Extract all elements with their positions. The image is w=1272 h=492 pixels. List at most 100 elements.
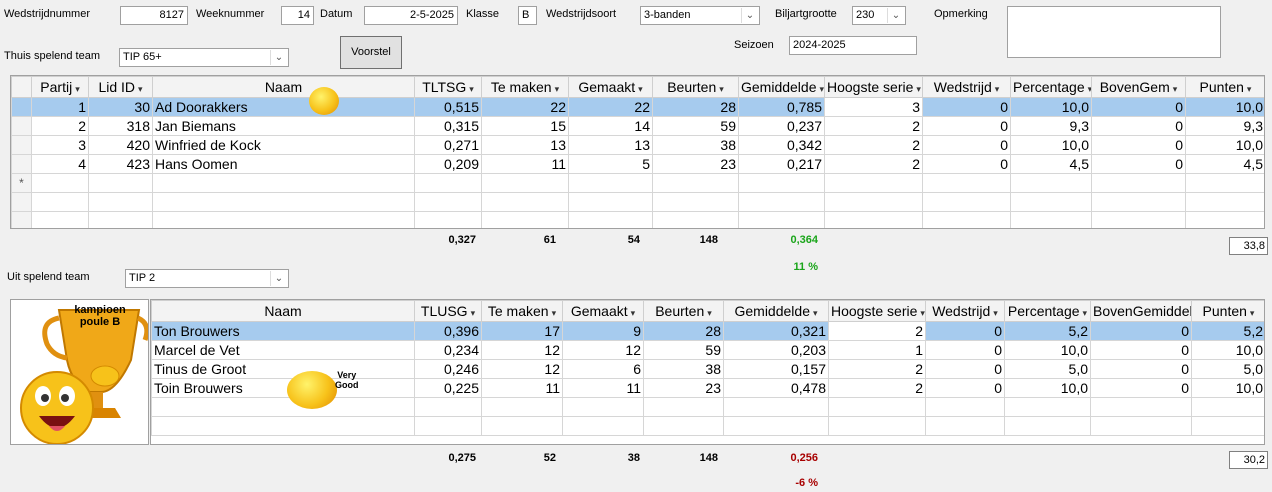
cell-percentage[interactable]: 10,0 bbox=[1004, 378, 1091, 398]
cell-partij[interactable] bbox=[31, 192, 89, 212]
cell-boven-gem[interactable] bbox=[1091, 192, 1186, 212]
col-header-te-maken[interactable]: Te maken ▾ bbox=[481, 76, 569, 98]
cell-te-maken[interactable] bbox=[481, 173, 569, 193]
cell-gemaakt[interactable]: 13 bbox=[568, 135, 653, 155]
cell-tlusg[interactable] bbox=[414, 397, 482, 417]
col-header-percentage[interactable]: Percentage▾ bbox=[1004, 300, 1091, 322]
cell-partij[interactable] bbox=[31, 173, 89, 193]
cell-boven-gem[interactable]: 0 bbox=[1090, 359, 1192, 379]
cell-percentage[interactable] bbox=[1004, 416, 1091, 436]
cell-percentage[interactable]: 10,0 bbox=[1010, 135, 1092, 155]
cell-boven-gem[interactable]: 0 bbox=[1090, 378, 1192, 398]
col-header-punten[interactable]: Punten ▾ bbox=[1185, 76, 1264, 98]
col-header-percentage[interactable]: Percentage▾ bbox=[1010, 76, 1092, 98]
cell-beurten[interactable]: 38 bbox=[643, 359, 724, 379]
cell-tltsg[interactable] bbox=[414, 173, 482, 193]
cell-boven-gem[interactable] bbox=[1091, 211, 1186, 228]
cell-wedstrijd[interactable]: 0 bbox=[925, 378, 1005, 398]
cell-lid-id[interactable] bbox=[88, 173, 153, 193]
datum-field[interactable]: 2-5-2025 bbox=[364, 6, 458, 25]
cell-naam[interactable]: Ton Brouwers bbox=[151, 321, 415, 341]
cell-hoogste-serie[interactable]: 2 bbox=[828, 359, 926, 379]
cell-gemiddelde[interactable]: 0,785 bbox=[738, 97, 825, 117]
cell-wedstrijd[interactable]: 0 bbox=[922, 116, 1011, 136]
cell-gemiddelde[interactable]: 0,203 bbox=[723, 340, 829, 360]
cell-gemiddelde[interactable]: 0,321 bbox=[723, 321, 829, 341]
cell-naam[interactable] bbox=[152, 173, 415, 193]
cell-wedstrijd[interactable]: 0 bbox=[922, 154, 1011, 174]
cell-boven-gem[interactable]: 0 bbox=[1090, 340, 1192, 360]
cell-partij[interactable]: 4 bbox=[31, 154, 89, 174]
row-selector[interactable] bbox=[11, 97, 32, 117]
cell-wedstrijd[interactable] bbox=[922, 192, 1011, 212]
cell-punten[interactable]: 5,2 bbox=[1191, 321, 1264, 341]
cell-tlusg[interactable]: 0,234 bbox=[414, 340, 482, 360]
cell-percentage[interactable] bbox=[1004, 397, 1091, 417]
cell-wedstrijd[interactable]: 0 bbox=[925, 359, 1005, 379]
cell-te-maken[interactable]: 15 bbox=[481, 116, 569, 136]
col-header-boven-gemiddelde[interactable]: BovenGemiddelde▾ bbox=[1090, 300, 1192, 322]
cell-gemaakt[interactable]: 6 bbox=[562, 359, 644, 379]
table-row[interactable]: 1 30 Ad Doorakkers 0,515 22 22 28 0,785 3 0 10,0 0 1… bbox=[11, 97, 1264, 117]
cell-naam[interactable] bbox=[151, 416, 415, 436]
col-header-naam[interactable]: Naam bbox=[151, 300, 415, 322]
cell-beurten[interactable] bbox=[652, 173, 739, 193]
cell-punten[interactable]: 10,0 bbox=[1191, 340, 1264, 360]
col-header-gemiddelde[interactable]: Gemiddelde ▾ bbox=[723, 300, 829, 322]
cell-tlusg[interactable]: 0,225 bbox=[414, 378, 482, 398]
cell-boven-gem[interactable] bbox=[1090, 397, 1192, 417]
cell-gemaakt[interactable] bbox=[568, 192, 653, 212]
cell-te-maken[interactable] bbox=[481, 211, 569, 228]
cell-tlusg[interactable]: 0,246 bbox=[414, 359, 482, 379]
cell-punten[interactable] bbox=[1185, 211, 1264, 228]
cell-te-maken[interactable]: 22 bbox=[481, 97, 569, 117]
cell-te-maken[interactable] bbox=[481, 192, 569, 212]
cell-beurten[interactable]: 59 bbox=[652, 116, 739, 136]
col-header-lid-id[interactable]: Lid ID ▾ bbox=[88, 76, 153, 98]
col-header-punten[interactable]: Punten ▾ bbox=[1191, 300, 1264, 322]
cell-gemiddelde[interactable] bbox=[738, 173, 825, 193]
col-header-wedstrijd[interactable]: Wedstrijd ▾ bbox=[925, 300, 1005, 322]
cell-gemiddelde[interactable] bbox=[738, 192, 825, 212]
cell-percentage[interactable]: 9,3 bbox=[1010, 116, 1092, 136]
cell-gemiddelde[interactable]: 0,342 bbox=[738, 135, 825, 155]
table-row[interactable]: 2 318 Jan Biemans 0,315 15 14 59 0,237 2 0 9,3 0 9,3 bbox=[11, 116, 1264, 136]
cell-boven-gem[interactable]: 0 bbox=[1091, 116, 1186, 136]
row-selector[interactable] bbox=[11, 154, 32, 174]
cell-hoogste-serie[interactable]: 2 bbox=[824, 154, 923, 174]
cell-percentage[interactable] bbox=[1010, 192, 1092, 212]
cell-percentage[interactable]: 10,0 bbox=[1004, 340, 1091, 360]
chevron-down-icon[interactable]: ⌄ bbox=[270, 50, 287, 65]
row-selector[interactable]: * bbox=[11, 173, 32, 193]
cell-hoogste-serie[interactable] bbox=[824, 192, 923, 212]
cell-beurten[interactable]: 23 bbox=[643, 378, 724, 398]
cell-tlusg[interactable]: 0,396 bbox=[414, 321, 482, 341]
cell-te-maken[interactable] bbox=[481, 397, 563, 417]
cell-partij[interactable]: 1 bbox=[31, 97, 89, 117]
cell-te-maken[interactable]: 12 bbox=[481, 359, 563, 379]
cell-gemaakt[interactable]: 22 bbox=[568, 97, 653, 117]
cell-boven-gem[interactable]: 0 bbox=[1091, 97, 1186, 117]
cell-gemaakt[interactable] bbox=[562, 397, 644, 417]
cell-naam[interactable]: Winfried de Kock bbox=[152, 135, 415, 155]
cell-punten[interactable] bbox=[1185, 192, 1264, 212]
cell-hoogste-serie[interactable] bbox=[824, 211, 923, 228]
cell-beurten[interactable]: 28 bbox=[652, 97, 739, 117]
table-row[interactable]: Ton Brouwers 0,396 17 9 28 0,321 2 0 5,2 0 5,2 bbox=[151, 321, 1264, 341]
cell-beurten[interactable] bbox=[652, 211, 739, 228]
cell-partij[interactable]: 3 bbox=[31, 135, 89, 155]
row-selector[interactable] bbox=[11, 211, 32, 228]
cell-punten[interactable]: 10,0 bbox=[1185, 135, 1264, 155]
cell-beurten[interactable] bbox=[643, 416, 724, 436]
cell-lid-id[interactable]: 423 bbox=[88, 154, 153, 174]
cell-punten[interactable] bbox=[1191, 397, 1264, 417]
select-all-corner[interactable] bbox=[11, 76, 32, 98]
cell-gemiddelde[interactable]: 0,217 bbox=[738, 154, 825, 174]
cell-naam[interactable] bbox=[151, 397, 415, 417]
seizoen-field[interactable]: 2024-2025 bbox=[789, 36, 917, 55]
col-header-gemaakt[interactable]: Gemaakt ▾ bbox=[562, 300, 644, 322]
cell-beurten[interactable]: 59 bbox=[643, 340, 724, 360]
cell-gemiddelde[interactable]: 0,237 bbox=[738, 116, 825, 136]
empty-row[interactable]: * bbox=[11, 173, 1264, 193]
cell-gemiddelde[interactable]: 0,478 bbox=[723, 378, 829, 398]
